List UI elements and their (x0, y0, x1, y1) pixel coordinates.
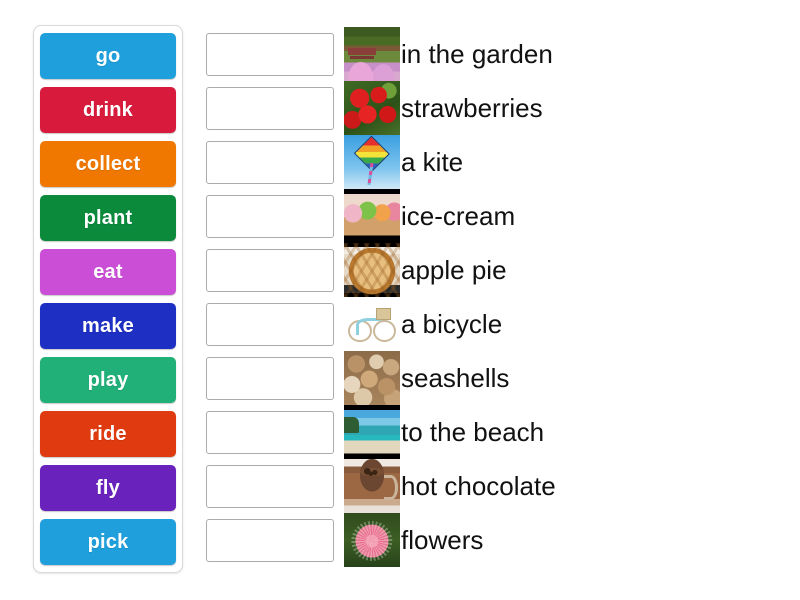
word-chip-list: go drink collect plant eat make play ride fly pic… (40, 33, 176, 565)
apple-pie-image (344, 243, 400, 297)
answer-drop-zone[interactable] (206, 518, 334, 562)
bicycle-image (344, 297, 400, 351)
beach-image-art (344, 405, 400, 459)
row-label: apple pie (401, 255, 507, 285)
match-row: apple pie (206, 243, 786, 297)
hot-chocolate-image-art (344, 459, 400, 513)
garden-image (344, 27, 400, 81)
seashells-image (344, 351, 400, 405)
answer-drop-zone[interactable] (206, 140, 334, 184)
answer-drop-zone[interactable] (206, 302, 334, 346)
row-label: flowers (401, 525, 484, 555)
kite-image (344, 135, 400, 189)
match-row: a bicycle (206, 297, 786, 351)
bicycle-frame (356, 317, 388, 335)
row-label: to the beach (401, 417, 545, 447)
answer-drop-zone[interactable] (206, 86, 334, 130)
row-label: ice-cream (401, 201, 516, 231)
word-chip-play[interactable]: play (40, 357, 176, 403)
word-chip-drink[interactable]: drink (40, 87, 176, 133)
word-chip-collect[interactable]: collect (40, 141, 176, 187)
answer-drop-zone[interactable] (206, 410, 334, 454)
row-label: a bicycle (401, 309, 503, 339)
garden-image-art (344, 27, 400, 81)
answer-drop-zone[interactable] (206, 32, 334, 76)
word-bank-panel: go drink collect plant eat make play ride fly pic… (33, 25, 183, 573)
match-row: flowers (206, 513, 786, 567)
match-row: hot chocolate (206, 459, 786, 513)
match-row: strawberries (206, 81, 786, 135)
flowers-image (344, 513, 400, 567)
word-chip-make[interactable]: make (40, 303, 176, 349)
answer-drop-zone[interactable] (206, 356, 334, 400)
apple-pie-image-art (344, 243, 400, 297)
match-row: in the garden (206, 27, 786, 81)
row-label: strawberries (401, 93, 543, 123)
match-row: a kite (206, 135, 786, 189)
match-row: to the beach (206, 405, 786, 459)
word-chip-pick[interactable]: pick (40, 519, 176, 565)
ice-cream-image-art (344, 189, 400, 243)
ice-cream-image (344, 189, 400, 243)
hot-chocolate-image (344, 459, 400, 513)
row-label: in the garden (401, 39, 553, 69)
bicycle-basket (376, 307, 391, 320)
word-chip-go[interactable]: go (40, 33, 176, 79)
kite-image-art (344, 135, 400, 189)
match-row: seashells (206, 351, 786, 405)
word-chip-plant[interactable]: plant (40, 195, 176, 241)
bicycle-image-art (344, 297, 400, 351)
answer-drop-zone[interactable] (206, 194, 334, 238)
row-label: hot chocolate (401, 471, 556, 501)
answer-drop-zone[interactable] (206, 248, 334, 292)
word-chip-fly[interactable]: fly (40, 465, 176, 511)
flowers-image-art (344, 513, 400, 567)
answer-drop-zone[interactable] (206, 464, 334, 508)
row-label: a kite (401, 147, 464, 177)
beach-image (344, 405, 400, 459)
seashells-image-art (344, 351, 400, 405)
match-row-list: in the garden strawberries a kite ice-cream… (206, 27, 786, 567)
row-label: seashells (401, 363, 510, 393)
strawberries-image-art (344, 81, 400, 135)
match-row: ice-cream (206, 189, 786, 243)
matching-activity: go drink collect plant eat make play ride fly pic… (0, 0, 800, 600)
strawberries-image (344, 81, 400, 135)
word-chip-ride[interactable]: ride (40, 411, 176, 457)
word-chip-eat[interactable]: eat (40, 249, 176, 295)
